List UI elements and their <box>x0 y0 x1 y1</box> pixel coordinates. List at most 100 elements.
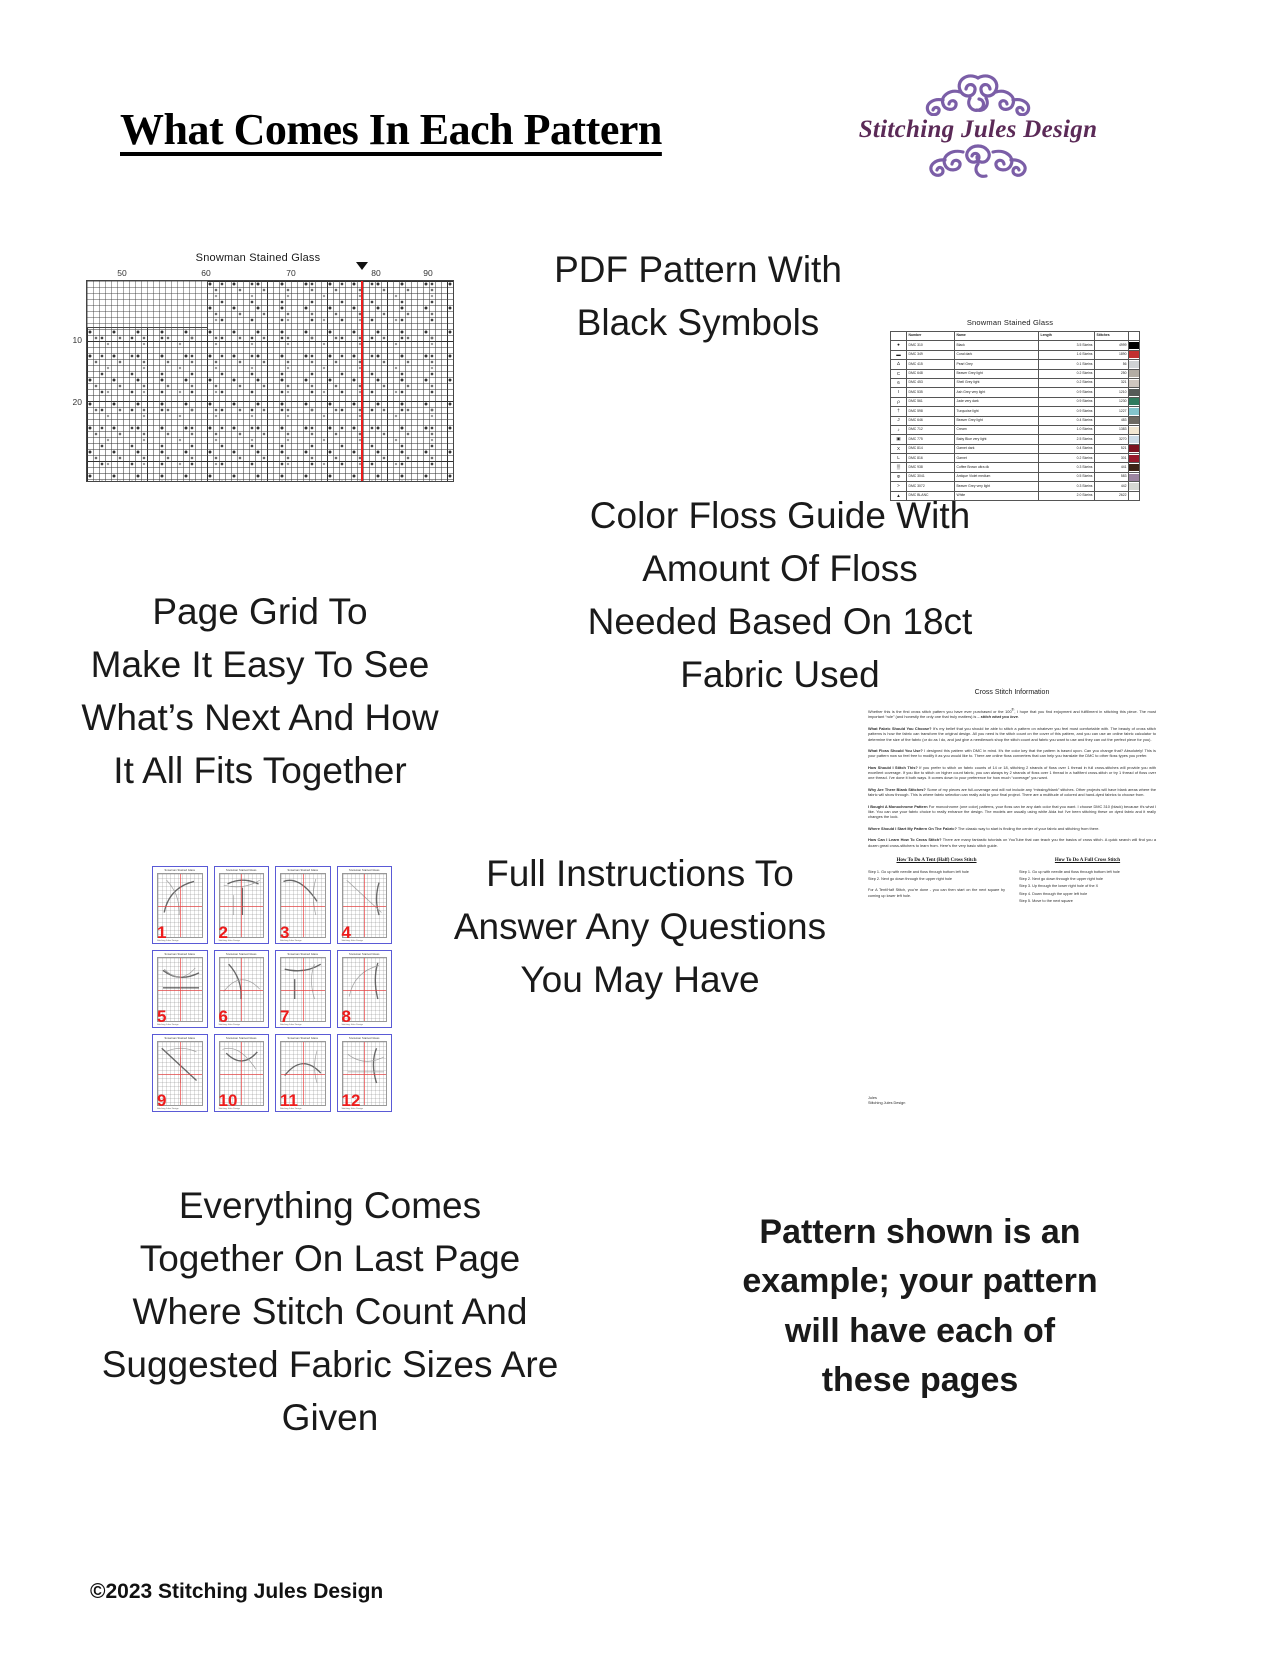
floss-table-row: X DMC 814 Garnet dark 0.4 Skeins 521 <box>890 443 1140 455</box>
doc-section-question: I Bought A Monochrome Pattern <box>868 803 928 809</box>
callout-full-instructions-line1: Full Instructions To <box>486 853 794 894</box>
callout-page-grid-line1: Page Grid To <box>152 591 368 632</box>
brand-logo: Stitching Jules Design <box>848 72 1108 192</box>
floss-table-row: ▣ DMC 775 Baby Blue very light 2.5 Skeins 32… <box>890 434 1140 445</box>
floss-cell-swatch <box>1128 359 1140 370</box>
doc-section-body: The classic way to start is finding the … <box>956 825 1100 831</box>
floss-cell-swatch <box>1128 434 1140 445</box>
callout-everything-line3: Where Stitch Count And <box>132 1290 528 1332</box>
callout-color-floss-line1: Color Floss Guide With <box>589 495 971 536</box>
page-grid-thumbnail[interactable]: Snowman Stained Glass Stitching Jules Des… <box>275 1034 331 1112</box>
thumbnail-center-line-vertical <box>364 874 365 937</box>
page-grid-thumbnail[interactable]: Snowman Stained Glass Stitching Jules Des… <box>213 950 269 1028</box>
floss-table-row: Φ DMC 3041 Antique Violet medium 0.5 Skeins… <box>890 471 1140 483</box>
floss-cell-stitches: 483 <box>1094 415 1129 426</box>
doc-lead-emphasis: stitch what you love <box>980 714 1018 720</box>
floss-cell-stitches: 1890 <box>1094 349 1129 361</box>
floss-table-row: ▬ DMC 349 Coral dark 1.6 Skeins 1890 <box>890 349 1140 361</box>
chart-x-tick: 80 <box>371 268 381 278</box>
callout-everything-line4: Suggested Fabric Sizes Are <box>101 1343 559 1385</box>
color-swatch <box>1129 342 1139 350</box>
page-grid-thumbnail[interactable]: Snowman Stained Glass Stitching Jules Des… <box>152 950 208 1028</box>
callout-disclaimer-line3: will have each of <box>784 1311 1056 1350</box>
color-swatch <box>1129 389 1139 397</box>
floss-cell-name: Cream <box>954 424 1039 436</box>
pattern-chart-thumbnail: Snowman Stained Glass 50 60 70 80 90 10 … <box>62 252 454 497</box>
floss-cell-stitches: 521 <box>1094 443 1129 455</box>
doc-guide-full-step: Step 2. Next go down through the upper r… <box>1019 877 1104 882</box>
thumbnail-center-line-vertical <box>302 874 304 937</box>
callout-everything-comes: Everything Comes Together On Last Page W… <box>20 1180 640 1445</box>
thumbnail-center-line-vertical <box>179 1042 181 1105</box>
floss-cell-length: 0.4 Skeins <box>1038 443 1095 455</box>
thumbnail-title: Snowman Stained Glass <box>348 1036 380 1040</box>
callout-disclaimer-line2: example; your pattern <box>742 1262 1098 1301</box>
flourish-top-icon <box>925 74 1031 116</box>
floss-cell-number: DMC 310 <box>906 340 955 351</box>
thumbnail-title: Snowman Stained Glass <box>287 868 318 872</box>
floss-cell-stitches: 2622 <box>1094 490 1129 502</box>
color-swatch <box>1129 398 1139 406</box>
chart-blank-region <box>87 281 208 328</box>
floss-cell-number: DMC 3041 <box>906 471 955 483</box>
page-grid-thumbnail[interactable]: Snowman Stained Glass Stitching Jules Des… <box>336 866 392 944</box>
copyright-footer: ©2023 Stitching Jules Design <box>90 1580 384 1603</box>
thumbnail-title: Snowman Stained Glass <box>164 952 195 956</box>
page-title: What Comes In Each Pattern <box>120 105 662 154</box>
thumbnail-page-number: 2 <box>218 923 228 942</box>
floss-cell-symbol: X <box>890 443 907 455</box>
floss-cell-swatch <box>1128 406 1140 417</box>
floss-cell-stitches: 56 <box>1094 359 1129 370</box>
floss-cell-stitches: 301 <box>1094 453 1129 464</box>
thumbnail-center-line-vertical <box>241 874 242 937</box>
floss-cell-swatch <box>1128 471 1140 483</box>
page-grid-thumbnail[interactable]: Snowman Stained Glass Stitching Jules Des… <box>275 950 331 1028</box>
callout-disclaimer: Pattern shown is an example; your patter… <box>700 1208 1140 1405</box>
doc-guide-full-heading: How To Do A Full Cross Stitch <box>1054 857 1121 863</box>
page-grid-thumbnail[interactable]: Snowman Stained Glass Stitching Jules Des… <box>336 1034 392 1112</box>
doc-section: I Bought A Monochrome Pattern For monoch… <box>868 804 1156 820</box>
page-grid-thumbnail[interactable]: Snowman Stained Glass Stitching Jules Des… <box>275 866 331 944</box>
callout-color-floss-line2: Amount Of Floss <box>642 547 918 589</box>
callout-disclaimer-line1: Pattern shown is an <box>759 1213 1081 1251</box>
thumbnail-title: Snowman Stained Glass <box>225 868 257 872</box>
floss-cell-stitches: 583 <box>1094 471 1129 483</box>
color-swatch <box>1129 407 1139 415</box>
page-grid-thumbnail[interactable]: Snowman Stained Glass Stitching Jules Des… <box>152 866 208 944</box>
floss-cell-symbol: 6 <box>890 377 907 389</box>
thumbnail-page-number: 10 <box>218 1091 238 1110</box>
thumbnail-page-number: 11 <box>280 1091 298 1110</box>
color-swatch <box>1129 464 1139 472</box>
callout-page-grid-line3: What’s Next And How <box>81 696 439 738</box>
floss-cell-symbol: ▒ <box>890 462 907 473</box>
floss-cell-symbol: I <box>890 387 907 398</box>
page-grid-thumbnail[interactable]: Snowman Stained Glass Stitching Jules Des… <box>213 866 269 944</box>
floss-cell-swatch <box>1128 340 1140 351</box>
doc-section-question: What Floss Should You Use? <box>868 747 923 753</box>
doc-guide-full-step: Step 3. Up through the lower right hole … <box>1019 884 1099 889</box>
floss-cell-number: DMC 415 <box>906 359 955 370</box>
page-grid-thumbnail[interactable]: Snowman Stained Glass Stitching Jules Des… <box>152 1034 208 1112</box>
floss-table-row: I DMC 535 Ash Grey very light 0.9 Skeins 121… <box>890 387 1140 398</box>
doc-section-question: Why Are There Blank Stitches? <box>868 786 926 792</box>
doc-guide-tent-note: For A Tent/Half Stitch, you’re done - yo… <box>868 888 1005 898</box>
floss-cell-length: 0.2 Skeins <box>1038 377 1095 389</box>
doc-section-question: How Can I Learn How To Cross Stitch? <box>868 837 942 843</box>
floss-cell-length: 0.9 Skeins <box>1038 396 1095 408</box>
color-swatch <box>1129 351 1139 359</box>
doc-signature-brand: Stitching Jules Design <box>868 1100 906 1105</box>
page-grid-thumbnail[interactable]: Snowman Stained Glass Stitching Jules Des… <box>213 1034 269 1112</box>
callout-color-floss-line3: Needed Based On 18ct <box>587 600 973 642</box>
floss-table-row: ρ DMC 561 Jade very dark 0.9 Skeins 1230 <box>890 396 1140 408</box>
callout-pdf-pattern: PDF Pattern With Black Symbols <box>498 244 898 350</box>
thumbnail-center-line-vertical <box>302 958 304 1021</box>
floss-cell-stitches: 1230 <box>1094 396 1129 408</box>
doc-section-question: What Fabric Should You Choose? <box>868 725 932 731</box>
color-swatch <box>1129 445 1139 453</box>
page-grid-thumbnail[interactable]: Snowman Stained Glass Stitching Jules Des… <box>336 950 392 1028</box>
floss-cell-length: 0.9 Skeins <box>1038 406 1095 417</box>
floss-cell-length: 0.5 Skeins <box>1038 471 1095 483</box>
thumbnail-page-number: 7 <box>280 1007 290 1026</box>
color-swatch <box>1129 370 1139 378</box>
floss-table-row: ▒ DMC 938 Coffee Brown ultra dk 0.3 Skeins 4… <box>890 462 1140 473</box>
